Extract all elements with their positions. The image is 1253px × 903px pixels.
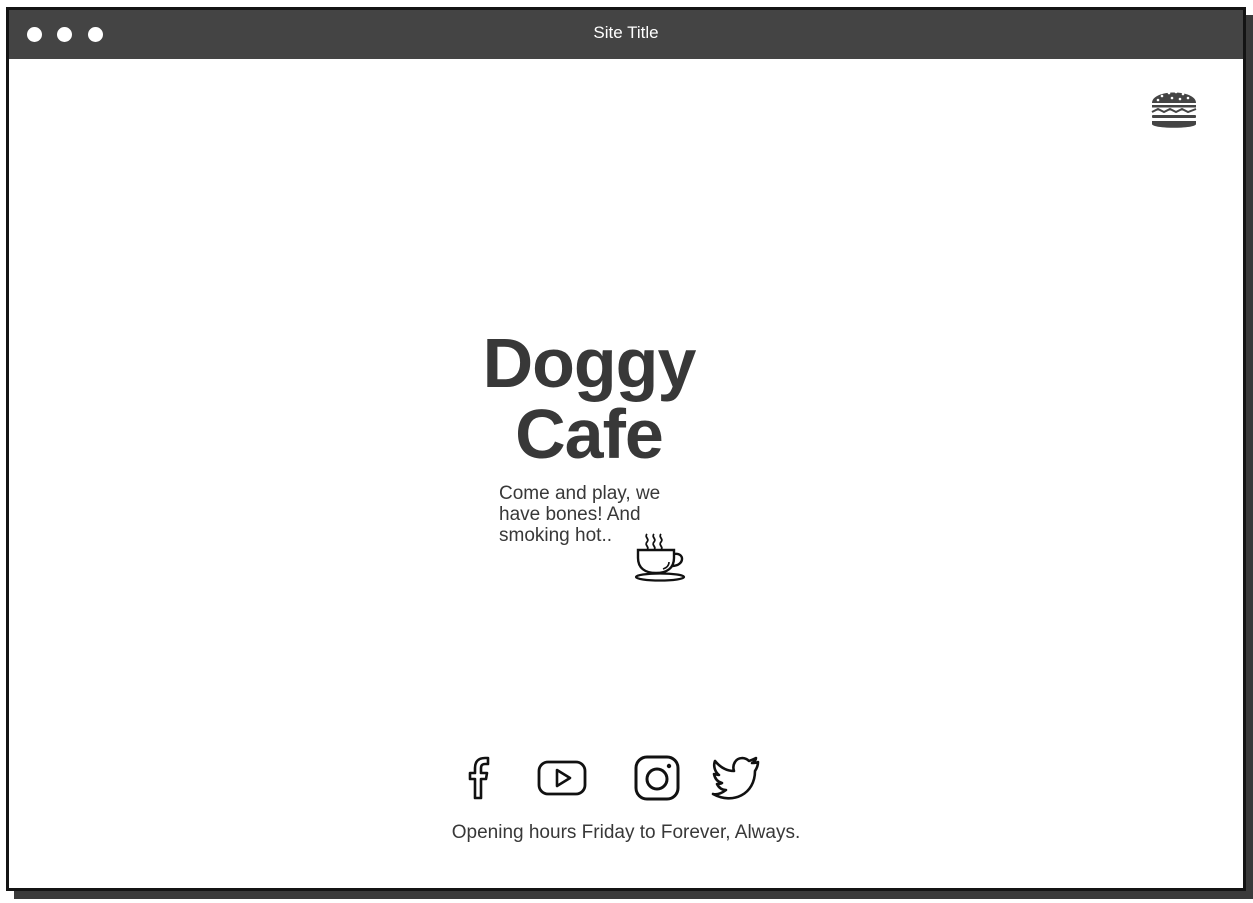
opening-hours-text: Opening hours Friday to Forever, Always. (451, 822, 801, 843)
page-title: Doggy Cafe (471, 328, 707, 470)
hamburger-menu-icon[interactable] (1150, 83, 1198, 131)
facebook-icon[interactable] (456, 752, 508, 804)
coffee-cup-icon (633, 532, 687, 582)
page-title-line1: Doggy (482, 324, 697, 402)
instagram-icon[interactable] (631, 752, 683, 804)
site-title: Site Title (593, 23, 659, 42)
browser-window: Site Title Doggy Cafe Come and play, we … (6, 7, 1246, 891)
twitter-icon[interactable] (710, 752, 762, 804)
youtube-icon[interactable] (536, 752, 588, 804)
page-title-line2: Cafe (515, 395, 664, 473)
title-bar: Site Title (9, 10, 1243, 59)
